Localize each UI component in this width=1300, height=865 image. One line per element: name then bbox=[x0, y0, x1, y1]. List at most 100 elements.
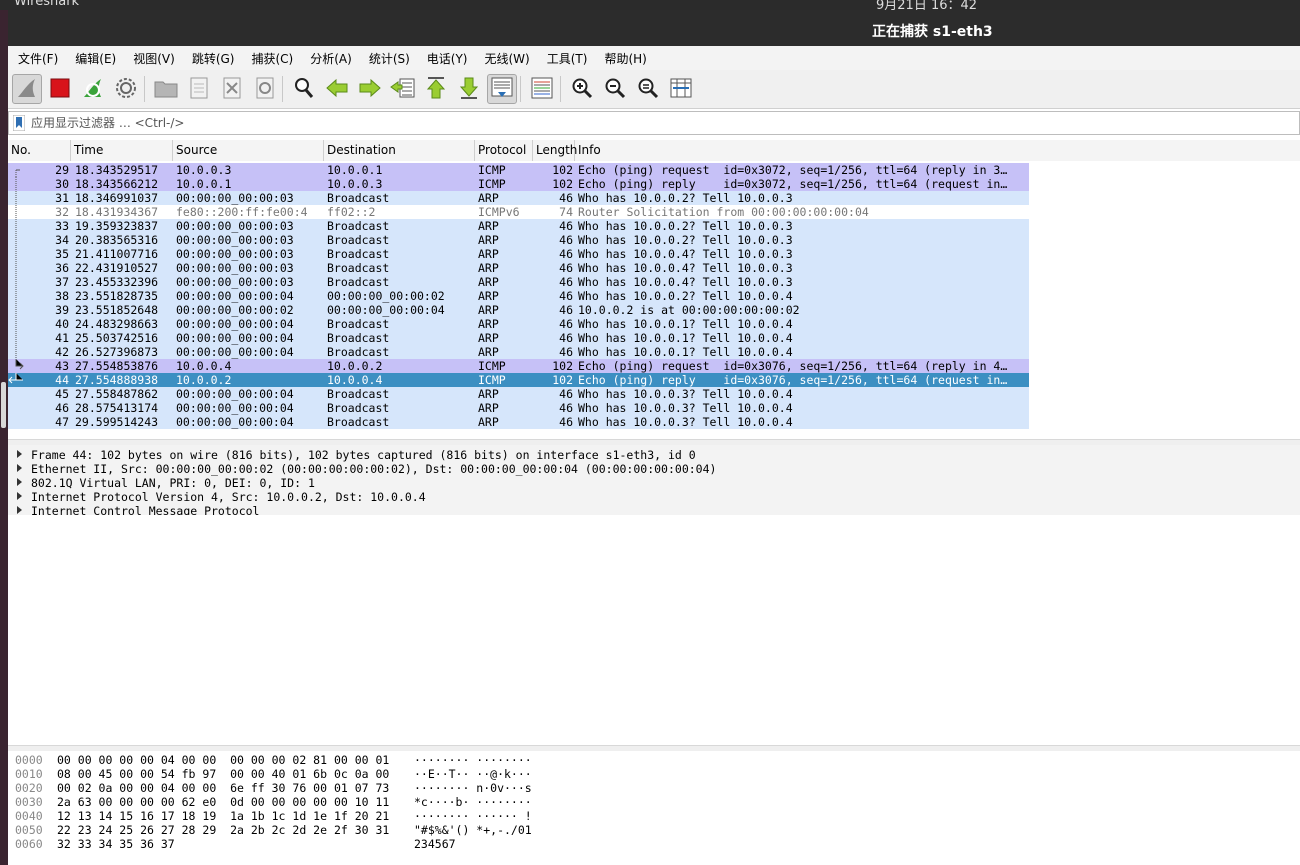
bytes-ascii[interactable]: "#$%&'() *+,-./01 bbox=[414, 823, 532, 837]
colorize-button[interactable] bbox=[527, 74, 557, 104]
display-filter-input[interactable] bbox=[31, 114, 1291, 132]
packet-details-pane[interactable]: Frame 44: 102 bytes on wire (816 bits), … bbox=[8, 445, 1300, 518]
stop-capture-button[interactable] bbox=[45, 74, 75, 104]
packet-row[interactable]: 32 18.431934367 fe80::200:ff:fe00:4 ff02::2… bbox=[8, 205, 1029, 219]
detail-tree-item[interactable]: Internet Protocol Version 4, Src: 10.0.0… bbox=[8, 490, 1300, 504]
packet-row[interactable]: 40 24.483298663 00:00:00_00:00:04 Broadcast… bbox=[8, 317, 1029, 331]
bytes-hex[interactable]: 00 00 00 00 00 04 00 00 00 00 00 02 81 0… bbox=[57, 753, 389, 767]
restart-capture-button[interactable] bbox=[78, 74, 108, 104]
bytes-hex[interactable]: 22 23 24 25 26 27 28 29 2a 2b 2c 2d 2e 2… bbox=[57, 823, 389, 837]
reload-file-button[interactable] bbox=[250, 74, 280, 104]
packet-row[interactable]: 37 23.455332396 00:00:00_00:00:03 Broadcast… bbox=[8, 275, 1029, 289]
packet-row[interactable]: 46 28.575413174 00:00:00_00:00:04 Broadcast… bbox=[8, 401, 1029, 415]
detail-tree-item[interactable]: Frame 44: 102 bytes on wire (816 bits), … bbox=[8, 448, 1300, 462]
packet-row[interactable]: 44 27.554888938 10.0.0.2 10.0.0.4 ICMP Echo (… bbox=[8, 373, 1029, 387]
bytes-hex[interactable]: 12 13 14 15 16 17 18 19 1a 1b 1c 1d 1e 1… bbox=[57, 809, 389, 823]
packet-row[interactable]: 31 18.346991037 00:00:00_00:00:03 Broadcast… bbox=[8, 191, 1029, 205]
expand-arrow-icon[interactable] bbox=[16, 476, 24, 490]
packet-info: Who has 10.0.0.4? Tell 10.0.0.3 bbox=[578, 247, 793, 261]
detail-tree-item[interactable]: 802.1Q Virtual LAN, PRI: 0, DEI: 0, ID: … bbox=[8, 476, 1300, 490]
save-file-button[interactable] bbox=[184, 74, 214, 104]
launcher-indicator[interactable] bbox=[1, 382, 6, 428]
bytes-ascii[interactable]: ········ ········ bbox=[414, 753, 532, 767]
packet-row[interactable]: 35 21.411007716 00:00:00_00:00:03 Broadcast… bbox=[8, 247, 1029, 261]
normal-size-button[interactable] bbox=[633, 74, 663, 104]
expand-arrow-icon[interactable] bbox=[16, 490, 24, 504]
packet-row[interactable]: 41 25.503742516 00:00:00_00:00:04 Broadcast… bbox=[8, 331, 1029, 345]
menu-item-4[interactable]: 捕获(C) bbox=[244, 50, 300, 67]
column-header-info[interactable]: Info bbox=[575, 140, 1300, 161]
menu-item-2[interactable]: 视图(V) bbox=[126, 50, 182, 67]
packet-info: Who has 10.0.0.3? Tell 10.0.0.4 bbox=[578, 401, 793, 415]
go-back-button[interactable] bbox=[322, 74, 352, 104]
bookmark-icon[interactable] bbox=[12, 114, 26, 134]
menu-item-7[interactable]: 电话(Y) bbox=[420, 50, 475, 67]
capture-options-button[interactable] bbox=[111, 74, 141, 104]
packet-time: 27.554888938 bbox=[75, 373, 159, 387]
packet-row[interactable]: 36 22.431910527 00:00:00_00:00:03 Broadcast… bbox=[8, 261, 1029, 275]
packet-row[interactable]: 33 19.359323837 00:00:00_00:00:03 Broadcast… bbox=[8, 219, 1029, 233]
packet-row[interactable]: 42 26.527396873 00:00:00_00:00:04 Broadcast… bbox=[8, 345, 1029, 359]
column-header-source[interactable]: Source bbox=[173, 140, 324, 161]
window-titlebar[interactable]: 正在捕获 s1-eth3 bbox=[8, 10, 1300, 46]
resize-columns-button[interactable] bbox=[666, 74, 696, 104]
menu-item-6[interactable]: 统计(S) bbox=[362, 50, 417, 67]
last-packet-button[interactable] bbox=[454, 74, 484, 104]
bytes-ascii[interactable]: ········ ······ ! bbox=[414, 809, 532, 823]
bytes-hex[interactable]: 08 00 45 00 00 54 fb 97 00 00 40 01 6b 0… bbox=[57, 767, 389, 781]
expand-arrow-icon[interactable] bbox=[16, 448, 24, 462]
find-packet-button[interactable] bbox=[289, 74, 319, 104]
column-header-protocol[interactable]: Protocol bbox=[475, 140, 533, 161]
bytes-ascii[interactable]: ··E··T·· ··@·k··· bbox=[414, 767, 532, 781]
expand-arrow-icon[interactable] bbox=[16, 462, 24, 476]
menu-item-0[interactable]: 文件(F) bbox=[11, 50, 65, 67]
packet-row[interactable]: 38 23.551828735 00:00:00_00:00:04 00:00:00_… bbox=[8, 289, 1029, 303]
packet-bytes-pane[interactable]: 0000 00 00 00 00 00 04 00 00 00 00 00 02 … bbox=[8, 751, 1300, 865]
menu-item-1[interactable]: 编辑(E) bbox=[68, 50, 123, 67]
first-packet-button[interactable] bbox=[421, 74, 451, 104]
auto-scroll-button[interactable] bbox=[487, 74, 517, 104]
menu-item-8[interactable]: 无线(W) bbox=[478, 50, 537, 67]
bytes-offset: 0050 bbox=[15, 823, 43, 837]
zoom-in-button[interactable] bbox=[567, 74, 597, 104]
bytes-ascii[interactable]: *c····b· ········ bbox=[414, 795, 532, 809]
packet-time: 21.411007716 bbox=[75, 247, 159, 261]
bytes-ascii[interactable]: ········ n·0v···s bbox=[414, 781, 532, 795]
bytes-hex[interactable]: 00 02 0a 00 00 04 00 00 6e ff 30 76 00 0… bbox=[57, 781, 389, 795]
menu-item-10[interactable]: 帮助(H) bbox=[597, 50, 653, 67]
detail-tree-item[interactable]: Ethernet II, Src: 00:00:00_00:00:02 (00:… bbox=[8, 462, 1300, 476]
bytes-hex[interactable]: 2a 63 00 00 00 00 62 e0 0d 00 00 00 00 0… bbox=[57, 795, 389, 809]
packet-row[interactable]: 43 27.554853876 10.0.0.4 10.0.0.2 ICMP Echo (… bbox=[8, 359, 1029, 373]
menu-item-9[interactable]: 工具(T) bbox=[540, 50, 595, 67]
packet-row[interactable]: 45 27.558487862 00:00:00_00:00:04 Broadcast… bbox=[8, 387, 1029, 401]
packet-time: 27.554853876 bbox=[75, 359, 159, 373]
close-file-button[interactable] bbox=[217, 74, 247, 104]
bytes-hex[interactable]: 32 33 34 35 36 37 bbox=[57, 837, 175, 851]
menu-item-3[interactable]: 跳转(G) bbox=[185, 50, 242, 67]
packet-dst: Broadcast bbox=[327, 345, 390, 359]
go-forward-button[interactable] bbox=[355, 74, 385, 104]
packet-row[interactable]: 29 18.343529517 10.0.0.3 10.0.0.1 ICMP Echo (… bbox=[8, 163, 1029, 177]
packet-length: 46 bbox=[559, 415, 573, 429]
start-capture-button[interactable] bbox=[12, 74, 42, 104]
packet-dst: Broadcast bbox=[327, 219, 390, 233]
packet-time: 23.551828735 bbox=[75, 289, 159, 303]
packet-row[interactable]: 30 18.343566212 10.0.0.1 10.0.0.3 ICMP Echo (… bbox=[8, 177, 1029, 191]
reload-icon bbox=[254, 76, 276, 103]
packet-no: 33 bbox=[55, 219, 69, 233]
arrow-up-icon bbox=[425, 76, 447, 103]
desktop-clock[interactable]: 9月21日 16：42 bbox=[876, 0, 977, 10]
go-to-packet-button[interactable] bbox=[388, 74, 418, 104]
column-header-length[interactable]: Length bbox=[533, 140, 577, 161]
packet-row[interactable]: 34 20.383565316 00:00:00_00:00:03 Broadcast… bbox=[8, 233, 1029, 247]
zoom-out-button[interactable] bbox=[600, 74, 630, 104]
column-header-no[interactable]: No. bbox=[8, 140, 71, 161]
column-header-time[interactable]: Time bbox=[71, 140, 173, 161]
open-file-button[interactable] bbox=[151, 74, 181, 104]
packet-list[interactable]: 29 18.343529517 10.0.0.3 10.0.0.1 ICMP Echo (… bbox=[8, 161, 1300, 439]
menu-item-5[interactable]: 分析(A) bbox=[303, 50, 359, 67]
packet-row[interactable]: 39 23.551852648 00:00:00_00:00:02 00:00:00_… bbox=[8, 303, 1029, 317]
bytes-ascii[interactable]: 234567 bbox=[414, 837, 456, 851]
column-header-destination[interactable]: Destination bbox=[324, 140, 475, 161]
packet-row[interactable]: 47 29.599514243 00:00:00_00:00:04 Broadcast… bbox=[8, 415, 1029, 429]
